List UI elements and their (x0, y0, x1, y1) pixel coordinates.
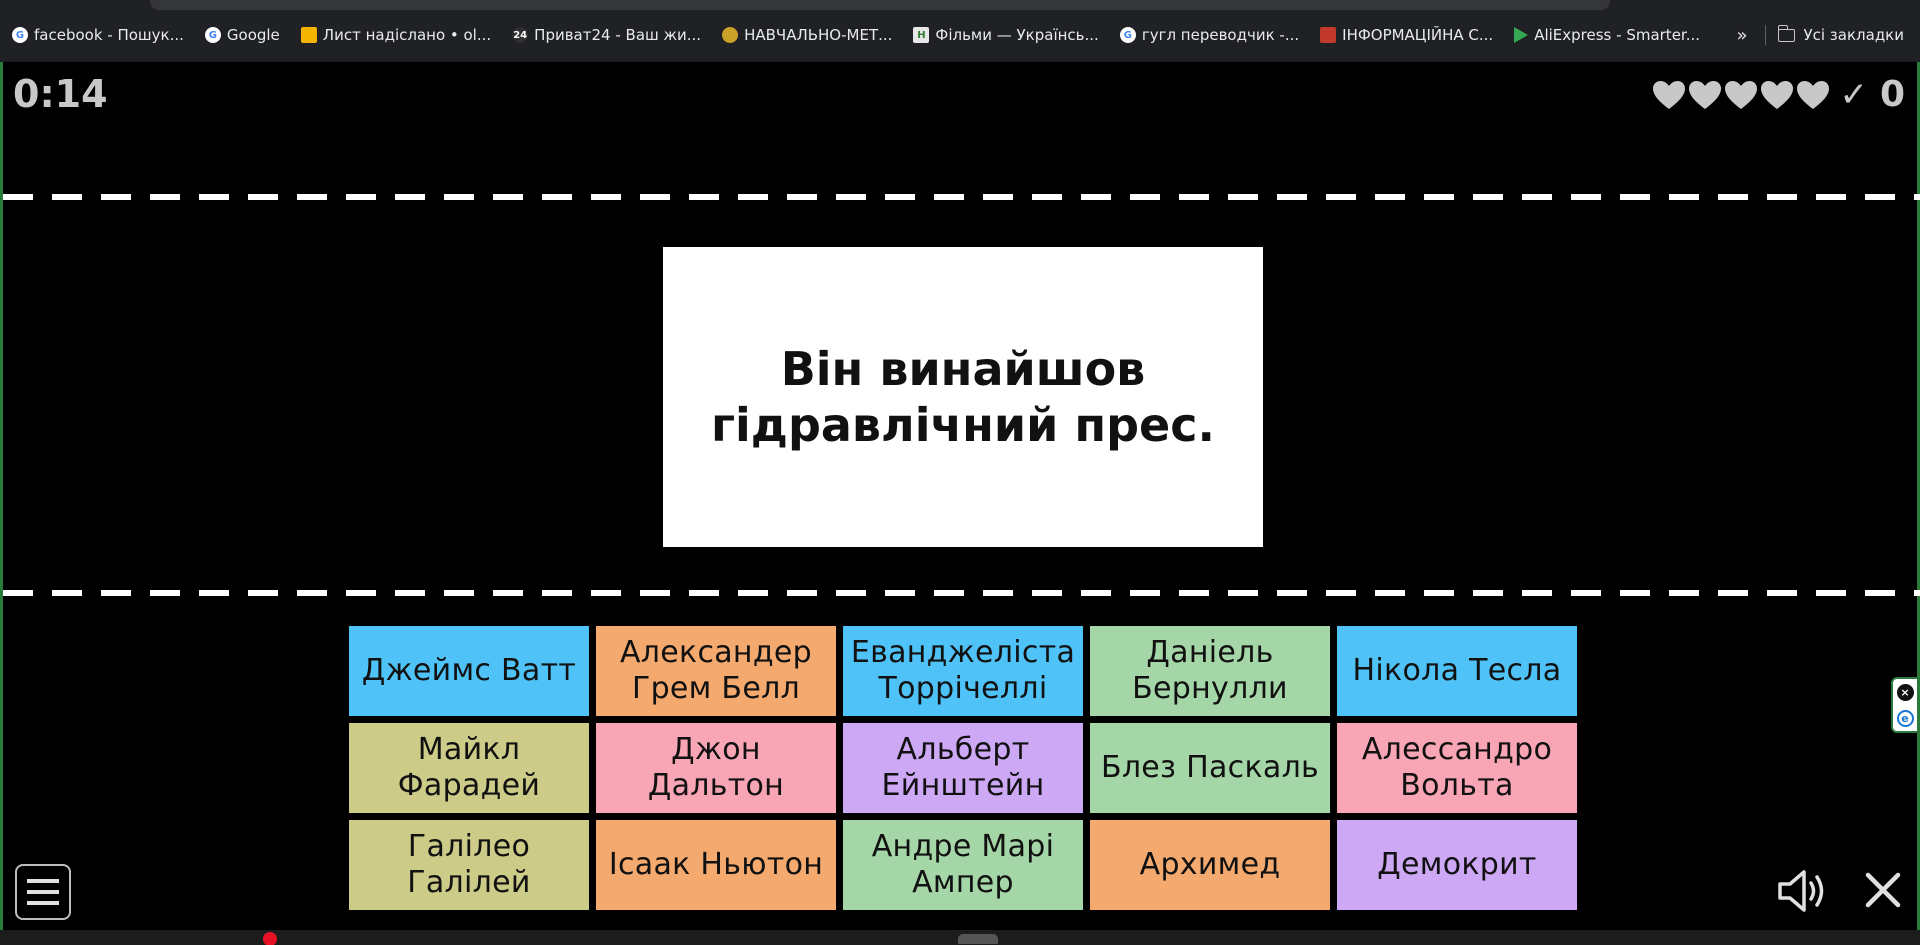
bookmark-item[interactable]: 24 Приват24 - Ваш жи... (512, 26, 701, 44)
menu-button[interactable] (15, 864, 71, 920)
lives (1651, 79, 1831, 111)
answer-option[interactable]: Еванджеліста Торрічеллі (843, 626, 1083, 716)
bookmark-label: Фільми — Українсь... (935, 26, 1099, 44)
answer-option[interactable]: Андре Марі Ампер (843, 820, 1083, 910)
status-bar: ✓ 0 (1651, 74, 1905, 115)
taskbar-item[interactable] (958, 934, 998, 944)
bookmark-label: facebook - Пошук... (34, 26, 184, 44)
bookmark-item[interactable]: Gгугл переводчик -... (1119, 26, 1300, 44)
films-icon: H (913, 27, 930, 43)
more-bookmarks-button[interactable]: » (1736, 25, 1747, 46)
bookmark-item[interactable]: H Фільми — Українсь... (913, 26, 1099, 44)
bookmark-label: AliExpress - Smarter... (1534, 26, 1701, 44)
bookmark-item[interactable]: AliExpress - Smarter... (1514, 26, 1700, 44)
heart-icon (1689, 80, 1722, 109)
extension-e-icon[interactable]: e (1896, 709, 1914, 727)
bookmark-label: НАВЧАЛЬНО-МЕТ... (744, 26, 893, 44)
menu-bar (27, 879, 59, 883)
answer-option[interactable]: Джеймс Ватт (349, 626, 589, 716)
answer-option[interactable]: Нікола Тесла (1337, 626, 1577, 716)
sound-icon[interactable] (1776, 868, 1828, 914)
answer-option[interactable]: Александер Грем Белл (596, 626, 836, 716)
check-icon: ✓ (1839, 74, 1868, 115)
bookmark-item[interactable]: ІНФОРМАЦІЙНА С... (1320, 26, 1493, 44)
heart-icon (1653, 80, 1686, 109)
google-icon: G (204, 27, 221, 43)
answer-option[interactable]: Джон Дальтон (596, 723, 836, 813)
bookmark-label: Google (226, 26, 280, 44)
bookmarks-bar: Gfacebook - Пошук... G Google Лист надіслан… (0, 0, 1920, 62)
question-text: Він винайшов гідравлічний прес. (711, 342, 1215, 452)
divider (1765, 25, 1767, 45)
google-icon: G (12, 27, 28, 43)
privat24-icon: 24 (512, 27, 529, 43)
play-icon (1514, 27, 1529, 43)
answer-option[interactable]: Блез Паскаль (1090, 723, 1330, 813)
answer-option[interactable]: Майкл Фарадей (349, 723, 589, 813)
close-icon[interactable] (1863, 870, 1903, 910)
folder-icon (1777, 24, 1796, 42)
book-icon (1320, 27, 1337, 43)
question-card: Він винайшов гідравлічний прес. (663, 247, 1263, 547)
address-bar-edge (150, 0, 1610, 10)
heart-icon (1797, 80, 1830, 109)
bookmark-list: Gfacebook - Пошук... G Google Лист надіслан… (12, 24, 1721, 46)
answer-option[interactable]: Алессандро Вольта (1337, 723, 1577, 813)
docs-icon (300, 27, 317, 43)
answer-grid: Джеймс Ватт Александер Грем Белл Еванджелі… (349, 626, 1577, 910)
divider-top (3, 194, 1920, 200)
bookmark-item[interactable]: Gfacebook - Пошук... (12, 26, 184, 44)
answer-option[interactable]: Демокрит (1337, 820, 1577, 910)
divider-bottom (3, 590, 1920, 596)
game-area: 0:14 ✓ 0 Він винайшов гідравлічний прес.… (0, 62, 1920, 930)
answer-option[interactable]: Архимед (1090, 820, 1330, 910)
answer-option[interactable]: Даніель Бернулли (1090, 626, 1330, 716)
bookmark-label: ІНФОРМАЦІЙНА С... (1342, 26, 1494, 44)
timer: 0:14 (13, 72, 108, 116)
notification-dot (263, 932, 277, 945)
answer-option[interactable]: Галілео Галілей (349, 820, 589, 910)
bookmark-item[interactable]: G Google (204, 26, 280, 44)
bookmark-label: Лист надіслано • ol... (322, 26, 492, 44)
bookmark-label: Приват24 - Ваш жи... (534, 26, 702, 44)
taskbar (0, 930, 1920, 945)
emblem-icon (722, 27, 739, 43)
heart-icon (1761, 80, 1794, 109)
extension-widget: × e (1891, 677, 1919, 733)
bookmark-item[interactable]: НАВЧАЛЬНО-МЕТ... (722, 26, 892, 44)
heart-icon (1725, 80, 1758, 109)
menu-bar (27, 890, 59, 894)
bookmarks-right: » Усі закладки (1736, 24, 1920, 46)
all-bookmarks-button[interactable]: Усі закладки (1777, 24, 1904, 44)
bookmark-label: гугл переводчик -... (1141, 26, 1300, 44)
answer-option[interactable]: Ісаак Ньютон (596, 820, 836, 910)
close-circle-icon[interactable]: × (1896, 683, 1914, 701)
score: 0 (1879, 74, 1905, 115)
google-icon: G (1119, 27, 1136, 43)
bookmark-item[interactable]: Лист надіслано • ol... (300, 26, 492, 44)
all-bookmarks-label: Усі закладки (1803, 26, 1904, 44)
menu-bar (27, 901, 59, 905)
answer-option[interactable]: Альберт Ейнштейн (843, 723, 1083, 813)
